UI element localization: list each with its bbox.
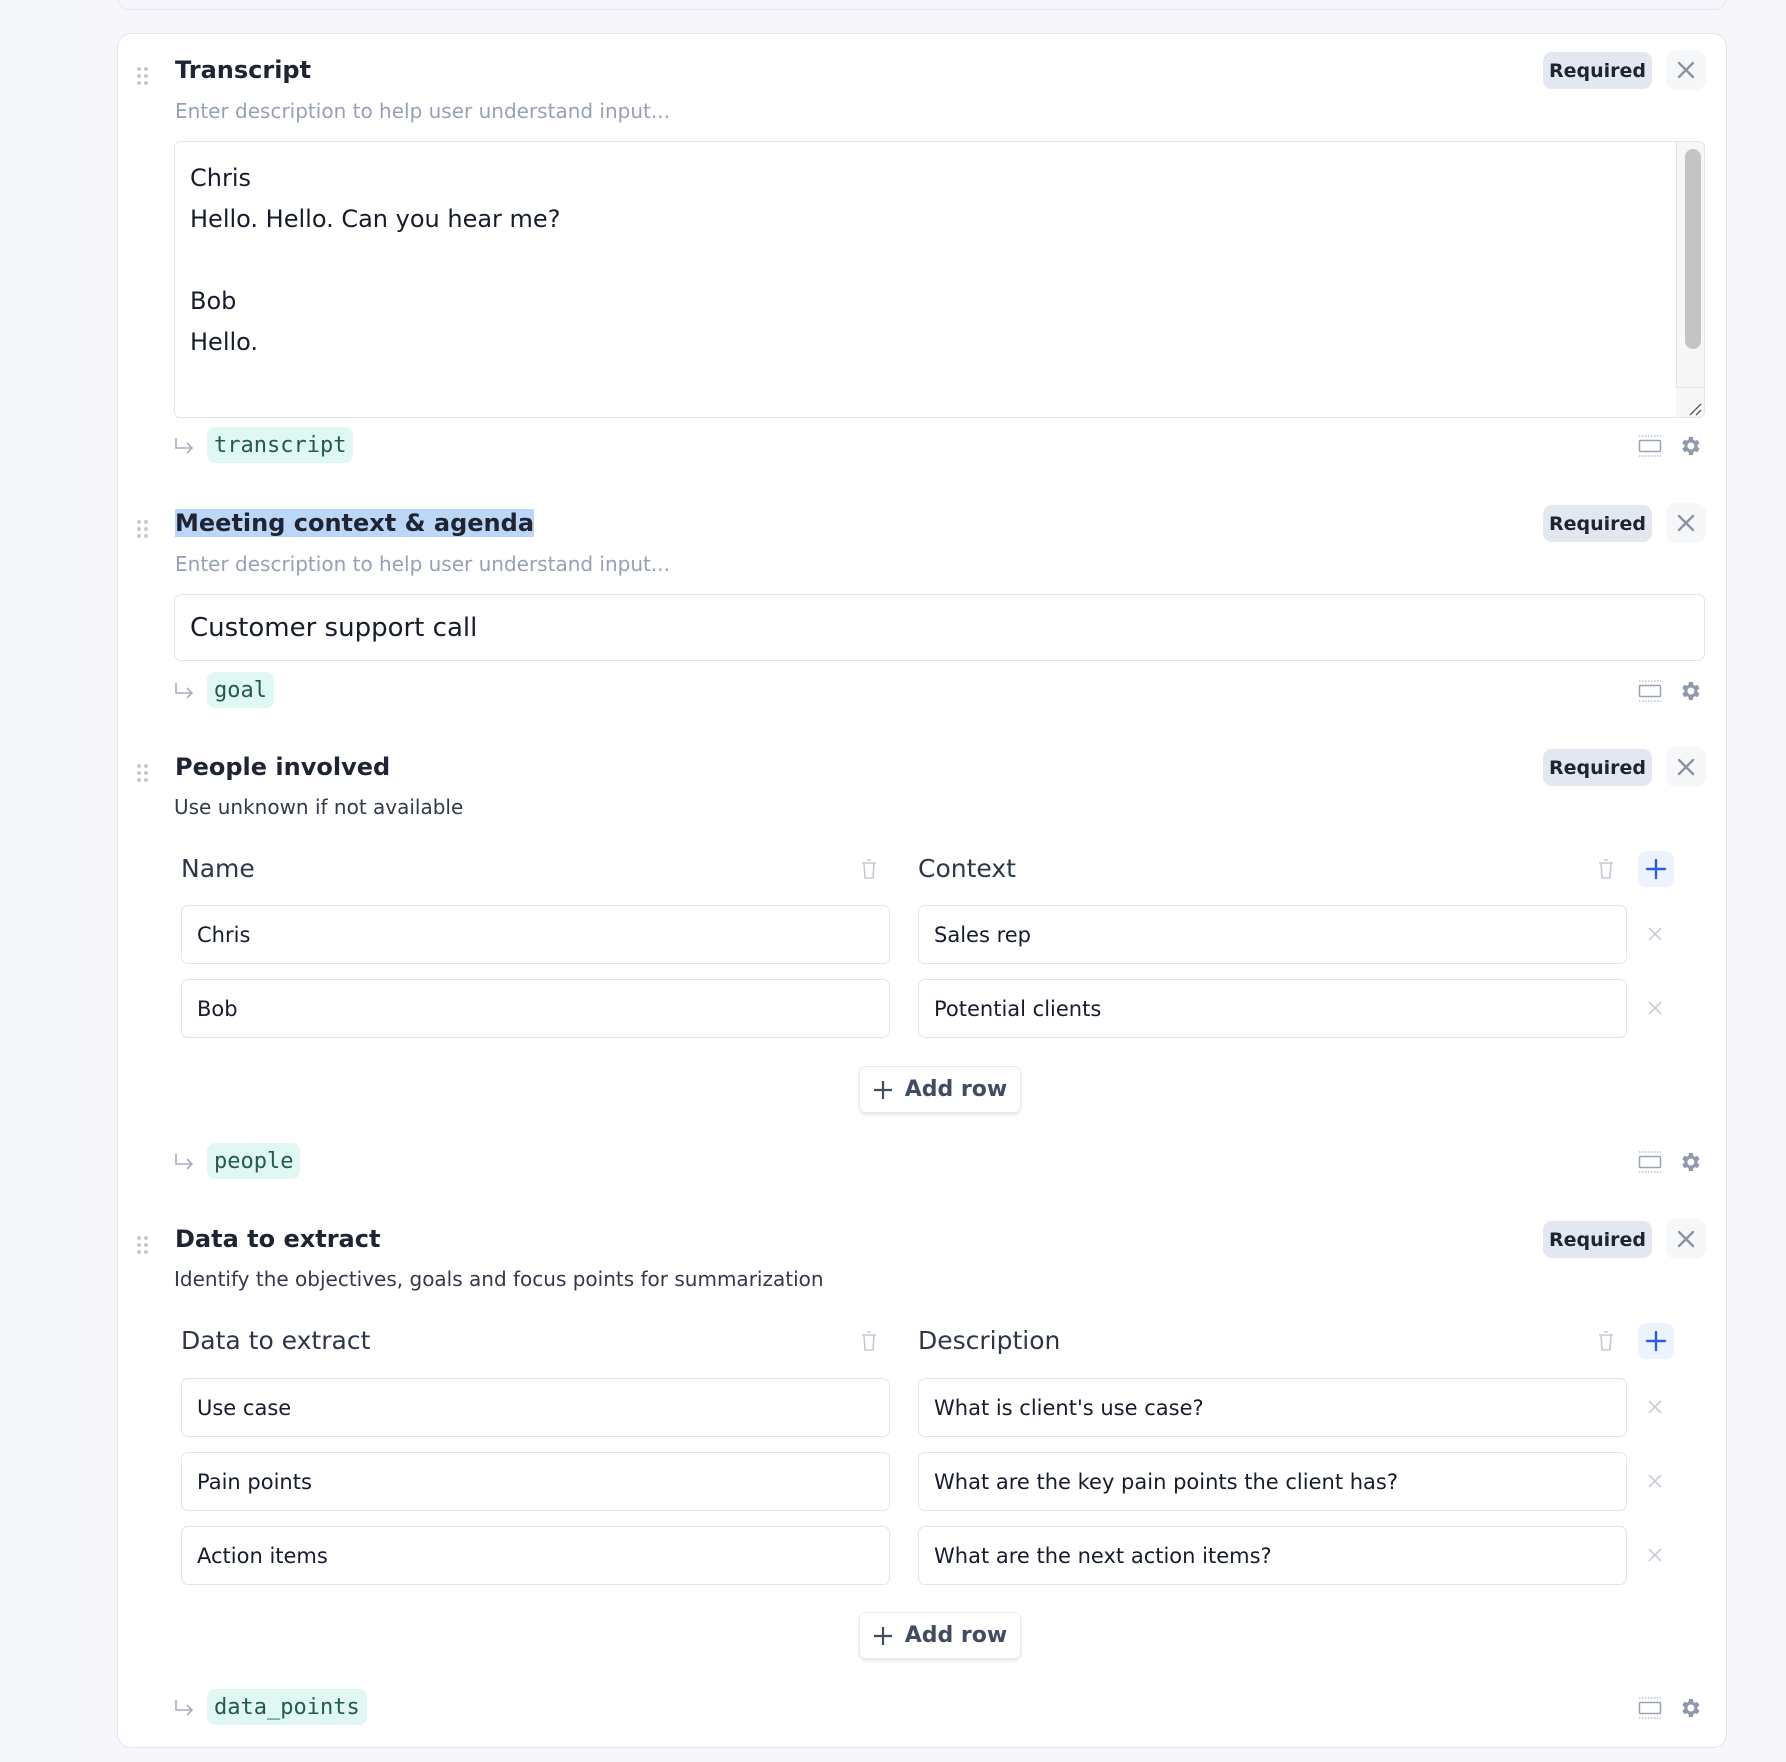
cell-input[interactable]: What is client's use case? [918,1378,1627,1437]
required-badge[interactable]: Required [1543,1221,1652,1258]
cell-input[interactable]: Chris [181,905,890,964]
column-header-name[interactable]: Name [181,853,255,885]
column-header-context[interactable]: Context [918,853,1016,885]
return-arrow-icon [175,1700,194,1716]
remove-row-icon[interactable] [1647,1000,1663,1016]
remove-field-button[interactable] [1666,747,1706,787]
textarea-scrollbar[interactable] [1676,142,1704,417]
add-row-label: Add row [904,1077,1008,1102]
add-row-button[interactable]: Add row [859,1066,1021,1113]
required-badge[interactable]: Required [1543,52,1652,89]
required-badge[interactable]: Required [1543,505,1652,542]
remove-row-icon[interactable] [1647,1399,1663,1415]
field-title-text: Meeting context & agenda [175,509,535,537]
layout-icon[interactable] [1638,434,1662,458]
field-description[interactable]: Use unknown if not available [174,793,463,821]
variable-chip[interactable]: goal [207,672,274,708]
remove-field-button[interactable] [1666,503,1706,543]
cell-input[interactable]: What are the key pain points the client … [918,1452,1627,1511]
cell-input[interactable]: Potential clients [918,979,1627,1038]
field-title[interactable]: Meeting context & agenda [175,507,535,539]
add-row-label: Add row [904,1623,1008,1648]
drag-handle-icon[interactable] [137,1236,151,1256]
layout-icon[interactable] [1638,1150,1662,1174]
drag-handle-icon[interactable] [137,520,151,540]
add-row-button[interactable]: Add row [859,1612,1021,1659]
drag-handle-icon[interactable] [137,764,151,784]
variable-chip[interactable]: transcript [207,427,354,463]
close-icon [1677,514,1695,532]
variable-chip[interactable]: data_points [207,1689,367,1725]
resize-handle[interactable] [1676,387,1704,417]
transcript-text: Chris Hello. Hello. Can you hear me? Bob… [190,164,561,356]
gear-icon[interactable] [1678,679,1702,703]
field-title[interactable]: Transcript [175,54,311,86]
column-header-data[interactable]: Data to extract [181,1325,370,1357]
plus-icon [1645,1330,1667,1352]
close-icon [1677,1230,1695,1248]
return-arrow-icon [175,683,194,699]
layout-icon[interactable] [1638,679,1662,703]
add-column-button[interactable] [1638,1323,1674,1359]
transcript-textarea[interactable]: Chris Hello. Hello. Can you hear me? Bob… [174,141,1705,418]
column-header-description[interactable]: Description [918,1325,1060,1357]
cell-input[interactable]: Pain points [181,1452,890,1511]
variable-chip[interactable]: people [207,1143,301,1179]
field-title[interactable]: Data to extract [175,1223,380,1255]
field-description-placeholder[interactable]: Enter description to help user understan… [175,550,670,578]
cell-input[interactable]: What are the next action items? [918,1526,1627,1585]
cell-input[interactable]: Sales rep [918,905,1627,964]
left-panel-edge [0,0,80,1762]
remove-field-button[interactable] [1666,50,1706,90]
drag-handle-icon[interactable] [137,67,151,87]
field-title[interactable]: People involved [175,751,390,783]
trash-icon[interactable] [1596,857,1616,881]
trash-icon[interactable] [859,857,879,881]
add-column-button[interactable] [1638,851,1674,887]
remove-row-icon[interactable] [1647,1473,1663,1489]
close-icon [1677,758,1695,776]
trash-icon[interactable] [1596,1329,1616,1353]
field-description-placeholder[interactable]: Enter description to help user understan… [175,97,670,125]
return-arrow-icon [175,1154,194,1170]
remove-field-button[interactable] [1666,1219,1706,1259]
return-arrow-icon [175,438,194,454]
gear-icon[interactable] [1678,1150,1702,1174]
required-badge[interactable]: Required [1543,749,1652,786]
remove-row-icon[interactable] [1647,1547,1663,1563]
meeting-context-input[interactable]: Customer support call [174,594,1705,661]
scrollbar-thumb[interactable] [1685,149,1701,349]
close-icon [1677,61,1695,79]
plus-icon [873,1080,892,1099]
layout-icon[interactable] [1638,1696,1662,1720]
trash-icon[interactable] [859,1329,879,1353]
gear-icon[interactable] [1678,434,1702,458]
previous-card [117,0,1727,10]
plus-icon [1645,858,1667,880]
remove-row-icon[interactable] [1647,926,1663,942]
cell-input[interactable]: Bob [181,979,890,1038]
cell-input[interactable]: Use case [181,1378,890,1437]
plus-icon [873,1626,892,1645]
gear-icon[interactable] [1678,1696,1702,1720]
field-description[interactable]: Identify the objectives, goals and focus… [174,1265,824,1293]
resize-grip-icon [1689,403,1702,416]
cell-input[interactable]: Action items [181,1526,890,1585]
